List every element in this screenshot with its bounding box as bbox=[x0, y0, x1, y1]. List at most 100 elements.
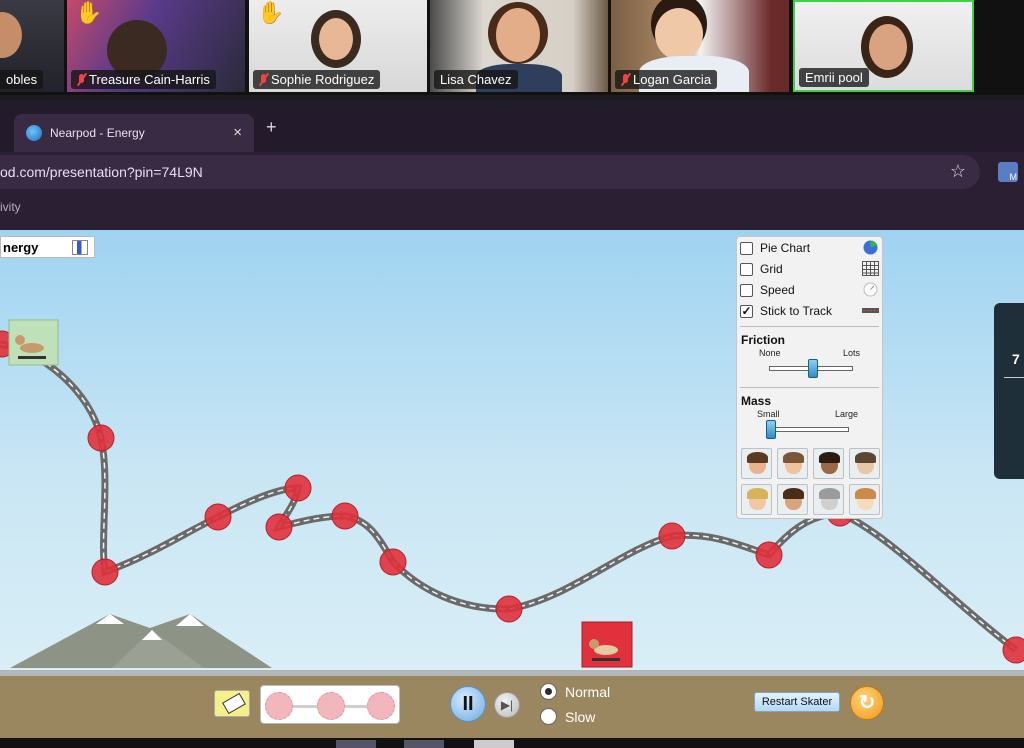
track-control-point[interactable] bbox=[331, 502, 359, 530]
track-control-point[interactable] bbox=[658, 522, 686, 550]
address-bar[interactable]: od.com/presentation?pin=74L9N ☆ bbox=[0, 155, 980, 189]
track-control-point[interactable] bbox=[1002, 636, 1024, 664]
track-control-point[interactable] bbox=[204, 503, 232, 531]
skater-dog-toolbox[interactable] bbox=[581, 621, 633, 668]
grid-checkbox[interactable] bbox=[740, 262, 753, 276]
character-cat[interactable] bbox=[813, 484, 844, 515]
bookmark-star-icon[interactable]: ☆ bbox=[950, 161, 966, 182]
character-girl-bun[interactable] bbox=[777, 448, 808, 479]
reset-all-icon[interactable]: ↻ bbox=[850, 686, 884, 720]
speed-normal-option[interactable]: Normal bbox=[540, 683, 610, 700]
pause-button[interactable]: II bbox=[450, 686, 486, 722]
track-control-point[interactable] bbox=[379, 548, 407, 576]
energy-graph-button[interactable]: nergy bbox=[0, 236, 95, 258]
browser-tab[interactable]: Nearpod - Energy × bbox=[14, 114, 254, 152]
speed-option[interactable]: Speed bbox=[740, 281, 795, 299]
restart-skater-button[interactable]: Restart Skater bbox=[754, 692, 840, 712]
thumbnail-preview[interactable] bbox=[404, 740, 444, 748]
mass-max-label: Large bbox=[835, 409, 859, 419]
character-hair bbox=[855, 452, 876, 463]
participant-name-tag: Logan Garcia bbox=[615, 70, 718, 89]
mass-min-label: Small bbox=[757, 409, 780, 419]
character-hair bbox=[819, 488, 840, 499]
stick-to-track-option[interactable]: ✓ Stick to Track bbox=[740, 302, 832, 320]
mass-slider-track[interactable] bbox=[769, 427, 849, 432]
track-control-point[interactable] bbox=[91, 558, 119, 586]
raised-hand-icon: ✋ bbox=[75, 0, 103, 25]
character-boy-dark-skin[interactable] bbox=[813, 448, 844, 479]
track-icon bbox=[862, 308, 879, 313]
friction-max-label: Lots bbox=[843, 348, 861, 358]
participant-tile[interactable]: ✋ Treasure Cain-Harris bbox=[67, 0, 245, 92]
character-hair bbox=[783, 488, 804, 499]
character-hair bbox=[819, 452, 840, 463]
thumbnail-preview[interactable] bbox=[474, 740, 514, 748]
participant-name-tag: Sophie Rodriguez bbox=[253, 70, 381, 89]
participant-name-tag: Treasure Cain-Harris bbox=[71, 70, 216, 89]
track-piece-node bbox=[265, 692, 293, 720]
mass-slider-thumb[interactable] bbox=[766, 420, 776, 439]
energy-readout-panel: 7 bbox=[994, 303, 1024, 479]
raised-hand-icon: ✋ bbox=[257, 0, 285, 25]
tab-bar: Nearpod - Energy × + bbox=[0, 100, 1024, 152]
track-piece-node bbox=[317, 692, 345, 720]
track-control-point[interactable] bbox=[284, 474, 312, 502]
track-control-point[interactable] bbox=[265, 513, 293, 541]
new-tab-button[interactable]: + bbox=[266, 117, 277, 138]
friction-title: Friction bbox=[741, 333, 785, 347]
speed-normal-radio[interactable] bbox=[540, 683, 557, 700]
participant-tile[interactable]: ✋ Sophie Rodriguez bbox=[249, 0, 427, 92]
participant-tile-active-speaker[interactable]: Emrii pool bbox=[793, 0, 974, 92]
participant-face bbox=[496, 8, 540, 62]
character-boy-short-hair[interactable] bbox=[849, 448, 880, 479]
step-forward-button[interactable]: ▶| bbox=[494, 692, 520, 718]
bookmark-bar-item[interactable]: ivity bbox=[0, 200, 21, 214]
pie-chart-option[interactable]: Pie Chart bbox=[740, 239, 810, 257]
thumbnail-preview[interactable] bbox=[336, 740, 376, 748]
panel-divider bbox=[740, 387, 879, 388]
speed-checkbox[interactable] bbox=[740, 283, 753, 297]
friction-slider-thumb[interactable] bbox=[807, 359, 818, 378]
character-girl-brown-hair[interactable] bbox=[777, 484, 808, 515]
new-track-piece-button[interactable] bbox=[260, 685, 400, 724]
close-tab-icon[interactable]: × bbox=[233, 124, 242, 141]
clear-track-eraser-button[interactable] bbox=[214, 690, 250, 717]
control-panel: Pie Chart Grid Speed ✓ Stick to Track Fr… bbox=[736, 236, 883, 519]
speed-slow-radio[interactable] bbox=[540, 708, 557, 725]
video-participant-strip: obles ✋ Treasure Cain-Harris ✋ Sophie Ro… bbox=[0, 0, 1024, 95]
browser-window: Nearpod - Energy × + od.com/presentation… bbox=[0, 100, 1024, 230]
speedometer-icon bbox=[863, 282, 878, 297]
grid-icon bbox=[862, 261, 879, 276]
character-girl-dark-hair[interactable] bbox=[741, 448, 772, 479]
panel-divider bbox=[740, 326, 879, 327]
extension-icon[interactable]: M bbox=[998, 162, 1018, 182]
track-control-point[interactable] bbox=[87, 424, 115, 452]
ground-surface bbox=[0, 670, 1024, 676]
muted-mic-icon bbox=[77, 73, 86, 86]
taskbar-strip bbox=[0, 738, 1024, 748]
track-control-point[interactable] bbox=[755, 541, 783, 569]
friction-min-label: None bbox=[759, 348, 781, 358]
track-control-point[interactable] bbox=[495, 595, 523, 623]
character-hair bbox=[747, 488, 768, 499]
participant-face bbox=[655, 8, 703, 60]
pie-chart-checkbox[interactable] bbox=[740, 241, 753, 255]
participant-name-tag: Emrii pool bbox=[799, 68, 869, 87]
participant-name-tag: Lisa Chavez bbox=[434, 70, 518, 89]
pie-chart-icon bbox=[863, 240, 878, 255]
skater-dog-on-track[interactable] bbox=[8, 319, 59, 366]
character-hair bbox=[747, 452, 768, 463]
bar-graph-icon bbox=[72, 240, 88, 255]
participant-face bbox=[319, 18, 353, 60]
grid-option[interactable]: Grid bbox=[740, 260, 783, 278]
character-dog[interactable] bbox=[849, 484, 880, 515]
character-boy-blond[interactable] bbox=[741, 484, 772, 515]
readout-divider bbox=[1004, 377, 1024, 378]
url-text: od.com/presentation?pin=74L9N bbox=[0, 164, 203, 180]
speed-slow-option[interactable]: Slow bbox=[540, 708, 595, 725]
tab-title: Nearpod - Energy bbox=[50, 126, 145, 140]
participant-tile[interactable]: obles bbox=[0, 0, 64, 92]
participant-tile[interactable]: Lisa Chavez bbox=[430, 0, 608, 92]
stick-to-track-checkbox[interactable]: ✓ bbox=[740, 304, 753, 318]
participant-tile[interactable]: Logan Garcia bbox=[611, 0, 789, 92]
